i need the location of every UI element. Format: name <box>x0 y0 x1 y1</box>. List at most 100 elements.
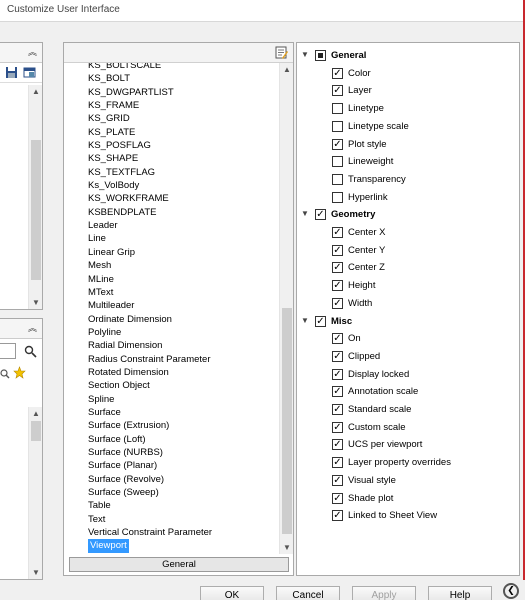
property-checkbox[interactable]: ✓ <box>332 421 343 433</box>
new-command-icon[interactable] <box>13 366 26 379</box>
property-checkbox[interactable] <box>332 156 343 168</box>
property-checkbox[interactable]: ✓ <box>332 297 343 309</box>
object-list-item[interactable]: KS_PLATE <box>86 126 214 139</box>
object-list-item[interactable]: KS_POSFLAG <box>86 139 214 152</box>
panel-scrollbar[interactable]: ▲ ▼ <box>28 85 42 309</box>
object-list-item[interactable]: KS_BOLTSCALE <box>86 63 214 72</box>
object-list-item[interactable]: Text <box>86 513 214 526</box>
object-list-item[interactable]: Linear Grip <box>86 246 214 259</box>
object-list-item[interactable]: KS_TEXTFLAG <box>86 166 214 179</box>
object-list-item[interactable]: Vertical Constraint Parameter <box>86 526 214 539</box>
property-checkbox[interactable]: ✓ <box>332 280 343 292</box>
property-row: Lineweight <box>297 153 519 171</box>
object-list-item[interactable]: Surface (Loft) <box>86 433 214 446</box>
object-list-item[interactable]: KS_DWGPARTLIST <box>86 86 214 99</box>
scroll-up-icon[interactable]: ▲ <box>29 407 43 420</box>
property-checkbox[interactable]: ✓ <box>332 474 343 486</box>
property-checkbox[interactable] <box>332 191 343 203</box>
scroll-up-icon[interactable]: ▲ <box>29 85 43 98</box>
object-list-item[interactable]: Radial Dimension <box>86 339 214 352</box>
collapse-icon[interactable]: ︽ <box>26 322 39 335</box>
property-checkbox[interactable] <box>332 103 343 115</box>
scroll-up-icon[interactable]: ▲ <box>280 63 294 76</box>
object-list-item[interactable]: Ordinate Dimension <box>86 313 214 326</box>
property-checkbox[interactable]: ✓ <box>332 404 343 415</box>
object-list-item[interactable]: Spline <box>86 393 214 406</box>
object-list-item[interactable]: Surface <box>86 406 214 419</box>
property-checkbox[interactable]: ✓ <box>332 262 343 274</box>
property-checkbox[interactable] <box>332 120 343 132</box>
property-row: ✓ Layer <box>297 82 519 100</box>
property-checkbox[interactable]: ✓ <box>332 138 343 150</box>
help-button[interactable]: Help <box>428 586 492 600</box>
group-checkbox[interactable]: ✓ <box>315 315 326 327</box>
property-checkbox[interactable]: ✓ <box>332 439 343 451</box>
property-checkbox[interactable]: ✓ <box>332 350 343 362</box>
property-checkbox[interactable]: ✓ <box>332 85 343 97</box>
property-label: On <box>348 333 361 345</box>
object-list-item[interactable]: MText <box>86 286 214 299</box>
list-scrollbar[interactable]: ▲ ▼ <box>279 63 293 554</box>
ok-button[interactable]: OK <box>200 586 264 600</box>
object-list-item[interactable]: Rotated Dimension <box>86 366 214 379</box>
object-list-item[interactable]: Radius Constraint Parameter <box>86 353 214 366</box>
property-checkbox[interactable]: ✓ <box>332 510 343 522</box>
collapse-icon[interactable]: ︽ <box>26 46 39 59</box>
object-list-item[interactable]: KS_WORKFRAME <box>86 192 214 205</box>
panel-scrollbar[interactable]: ▲ ▼ <box>28 407 42 579</box>
object-list-item[interactable]: Line <box>86 232 214 245</box>
object-list-item[interactable]: Surface (Sweep) <box>86 486 214 499</box>
object-list-item[interactable]: Ks_VolBody <box>86 179 214 192</box>
property-checkbox[interactable]: ✓ <box>332 244 343 256</box>
group-checkbox[interactable] <box>315 50 326 61</box>
expand-arrow-icon[interactable]: ▼ <box>301 50 309 59</box>
load-icon[interactable] <box>23 66 36 79</box>
apply-button[interactable]: Apply <box>352 586 416 600</box>
cancel-button[interactable]: Cancel <box>276 586 340 600</box>
scroll-down-icon[interactable]: ▼ <box>280 541 294 554</box>
search-icon[interactable] <box>24 345 37 358</box>
object-list-item[interactable]: KSBENDPLATE <box>86 206 214 219</box>
property-checkbox[interactable]: ✓ <box>332 333 343 345</box>
selected-object-label[interactable]: Viewport <box>88 539 129 553</box>
object-list-item[interactable]: Polyline <box>86 326 214 339</box>
edit-object-list-icon[interactable] <box>275 46 288 59</box>
object-list-item[interactable]: Mesh <box>86 259 214 272</box>
object-list-item[interactable]: KS_BOLT <box>86 72 214 85</box>
object-list-item[interactable]: Surface (Extrusion) <box>86 419 214 432</box>
expand-icon[interactable]: ❮ <box>503 583 519 599</box>
object-list-item[interactable]: Section Object <box>86 379 214 392</box>
property-checkbox[interactable]: ✓ <box>332 368 343 380</box>
object-list-item[interactable]: Surface (Planar) <box>86 459 214 472</box>
object-list-item[interactable]: Leader <box>86 219 214 232</box>
object-list-item[interactable]: KS_FRAME <box>86 99 214 112</box>
general-button[interactable]: General <box>69 557 289 572</box>
property-checkbox[interactable]: ✓ <box>332 492 343 504</box>
search-input[interactable] <box>0 343 16 359</box>
property-checkbox[interactable]: ✓ <box>332 227 343 238</box>
property-checkbox[interactable]: ✓ <box>332 386 343 398</box>
scroll-down-icon[interactable]: ▼ <box>29 296 43 309</box>
property-checkbox[interactable] <box>332 173 343 185</box>
object-list-item[interactable]: Multileader <box>86 299 214 312</box>
object-list-item[interactable]: Viewport <box>86 539 214 553</box>
scroll-thumb[interactable] <box>31 421 41 441</box>
object-list-item[interactable]: Surface (Revolve) <box>86 473 214 486</box>
expand-arrow-icon[interactable]: ▼ <box>301 209 309 218</box>
expand-arrow-icon[interactable]: ▼ <box>301 316 309 325</box>
scroll-down-icon[interactable]: ▼ <box>29 566 43 579</box>
property-label: Center Z <box>348 262 385 274</box>
object-list-item[interactable]: Table <box>86 499 214 512</box>
save-icon[interactable] <box>5 66 18 79</box>
object-list-item[interactable]: MLine <box>86 273 214 286</box>
scroll-thumb[interactable] <box>31 140 41 280</box>
group-checkbox[interactable]: ✓ <box>315 209 326 221</box>
property-checkbox[interactable]: ✓ <box>332 457 343 469</box>
object-list-item[interactable]: KS_GRID <box>86 112 214 125</box>
title-bar: Customize User Interface <box>0 0 525 22</box>
scroll-thumb[interactable] <box>282 308 292 534</box>
object-list-item[interactable]: KS_SHAPE <box>86 152 214 165</box>
find-icon[interactable] <box>0 367 13 380</box>
object-list-item[interactable]: Surface (NURBS) <box>86 446 214 459</box>
property-checkbox[interactable]: ✓ <box>332 67 343 79</box>
